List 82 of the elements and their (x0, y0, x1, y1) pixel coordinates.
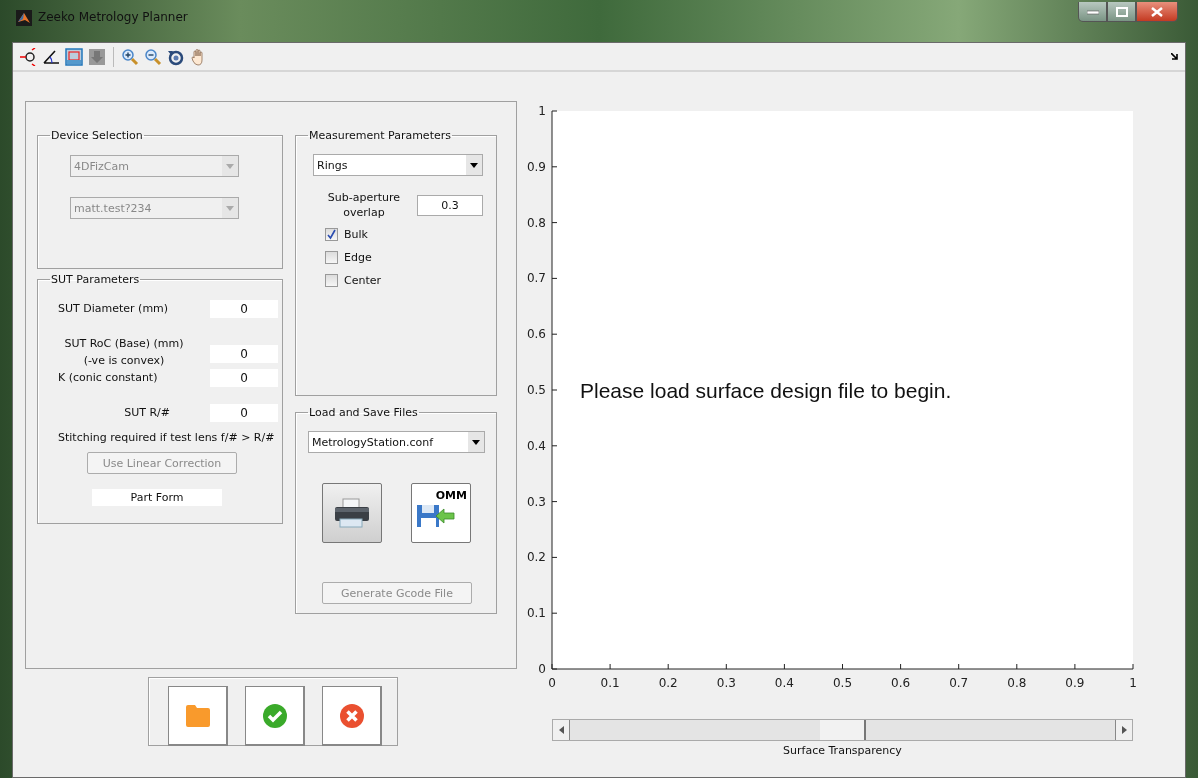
data-cursor-icon[interactable] (19, 47, 37, 66)
group-title: Measurement Parameters (308, 129, 452, 142)
group-title: Load and Save Files (308, 406, 419, 419)
y-tick-label: 0.6 (526, 327, 546, 342)
x-tick-label: 0.8 (1007, 676, 1027, 690)
cancel-button[interactable] (322, 686, 382, 746)
left-arrow-icon (558, 726, 564, 734)
overlap-label: Sub-aperture overlap (326, 190, 402, 220)
input-field[interactable]: 0 (210, 369, 278, 387)
field-label: SUT R/# (123, 405, 171, 421)
slider-thumb[interactable] (819, 720, 866, 740)
y-tick-label: 0.5 (526, 383, 546, 397)
zoom-in-icon[interactable] (121, 47, 139, 66)
dock-arrow-icon[interactable] (1171, 52, 1179, 61)
checkbox-label: Bulk (344, 228, 368, 241)
x-tick-label: 0.6 (891, 676, 911, 690)
x-tick-label: 0.3 (716, 676, 736, 690)
group-title: SUT Parameters (50, 273, 141, 286)
omm-export-button[interactable]: OMM (411, 483, 471, 543)
checkbox-label: Center (344, 274, 382, 287)
part-form-label: Part Form (92, 489, 222, 506)
file-dropdown[interactable]: MetrologyStation.conf (308, 431, 485, 453)
app-icon (16, 10, 32, 26)
scroll-left-button[interactable] (553, 720, 569, 740)
checkbox-label: Edge (344, 251, 372, 264)
caret-icon (226, 205, 234, 211)
slider-label: Surface Transparency (782, 744, 903, 757)
transparency-slider[interactable] (552, 719, 1133, 741)
x-tick-label: 0.2 (658, 676, 678, 690)
field-label: SUT Diameter (mm) (58, 301, 170, 317)
input-field[interactable]: 0 (210, 300, 278, 318)
x-tick-label: 0.1 (600, 676, 620, 690)
x-tick-label: 0.9 (1065, 676, 1085, 690)
window-title: Zeeko Metrology Planner (38, 10, 188, 24)
caret-icon (470, 162, 478, 168)
y-tick-label: 0.2 (526, 550, 546, 565)
cancel-icon (338, 702, 365, 729)
maximize-icon (1115, 6, 1128, 17)
y-tick-label: 0.8 (526, 215, 546, 230)
y-tick-label: 0.4 (526, 438, 546, 453)
confirm-button[interactable] (245, 686, 305, 746)
y-tick-label: 0.9 (526, 159, 546, 174)
y-tick-label: 0.7 (526, 271, 546, 286)
checkbox[interactable] (325, 274, 338, 287)
x-tick-label: 0.5 (832, 676, 853, 690)
printer-icon (334, 498, 370, 528)
checkbox[interactable] (325, 228, 338, 241)
caret-icon (226, 163, 234, 169)
maximize-button[interactable] (1107, 2, 1136, 22)
zoom-out-icon[interactable] (144, 47, 162, 66)
x-tick-label: 0.7 (949, 676, 969, 690)
minimize-button[interactable] (1078, 2, 1107, 22)
field-label: SUT RoC (Base) (mm) (-ve is convex) (63, 336, 185, 369)
overlap-field[interactable]: 0.3 (417, 194, 483, 216)
scroll-right-button[interactable] (1116, 720, 1132, 740)
y-tick-label: 0.3 (526, 494, 546, 509)
open-folder-button[interactable] (168, 686, 228, 746)
field-label: K (conic constant) (58, 370, 159, 386)
image-icon[interactable] (65, 47, 83, 66)
caret-icon (472, 439, 480, 445)
y-tick-label: 0 (538, 662, 546, 676)
close-icon (1151, 6, 1163, 17)
minimize-icon (1086, 8, 1099, 15)
floppy-disk-icon (416, 503, 456, 529)
mode-dropdown[interactable]: Rings (313, 154, 483, 176)
x-tick-label: 0 (548, 676, 556, 690)
input-field[interactable]: 0 (210, 404, 278, 422)
y-tick-label: 0.1 (526, 606, 546, 621)
right-arrow-icon (1121, 726, 1127, 734)
y-tick-label: 1 (538, 104, 546, 118)
stitching-note: Stitching required if test lens f/# > R/# (58, 431, 276, 444)
x-tick-label: 0.4 (774, 676, 794, 690)
download-icon[interactable] (88, 47, 106, 66)
group-title: Device Selection (50, 129, 144, 142)
close-button[interactable] (1136, 2, 1178, 22)
folder-icon (184, 703, 211, 728)
print-button[interactable] (322, 483, 382, 543)
plot-message: Please load surface design file to begin. (580, 379, 952, 402)
x-tick-label: 1 (1129, 676, 1137, 690)
input-field[interactable]: 0 (210, 345, 278, 363)
check-icon (261, 702, 288, 729)
checkbox[interactable] (325, 251, 338, 264)
